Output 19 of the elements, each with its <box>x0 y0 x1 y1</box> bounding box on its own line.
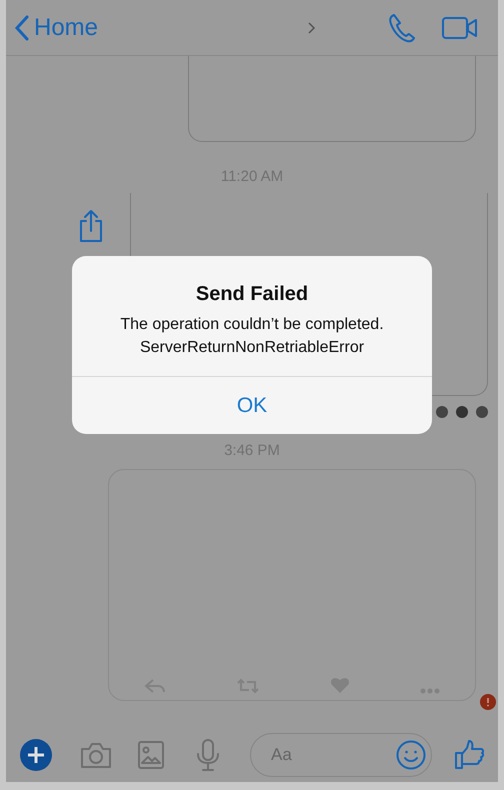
retweet-icon[interactable] <box>236 678 260 694</box>
back-button[interactable]: Home <box>14 14 98 42</box>
image-icon[interactable] <box>138 741 164 769</box>
more-icon[interactable] <box>420 688 440 694</box>
ok-button[interactable]: OK <box>72 376 432 434</box>
alert-title: Send Failed <box>196 283 308 306</box>
phone-icon[interactable] <box>388 12 416 42</box>
back-icon <box>14 14 30 40</box>
camera-icon[interactable] <box>80 741 112 769</box>
video-call-icon[interactable] <box>442 16 478 40</box>
add-icon[interactable] <box>20 739 52 771</box>
alert-message: The operation couldn’t be completed. ServerReturnNonRetriableError <box>119 315 385 358</box>
thumbs-up-icon[interactable] <box>454 740 484 770</box>
error-icon <box>480 694 496 710</box>
reply-icon[interactable] <box>144 678 166 694</box>
chevron-icon[interactable] <box>308 22 316 34</box>
microphone-icon[interactable] <box>196 739 220 771</box>
emoji-icon[interactable] <box>396 740 426 770</box>
heart-icon[interactable] <box>330 676 350 694</box>
